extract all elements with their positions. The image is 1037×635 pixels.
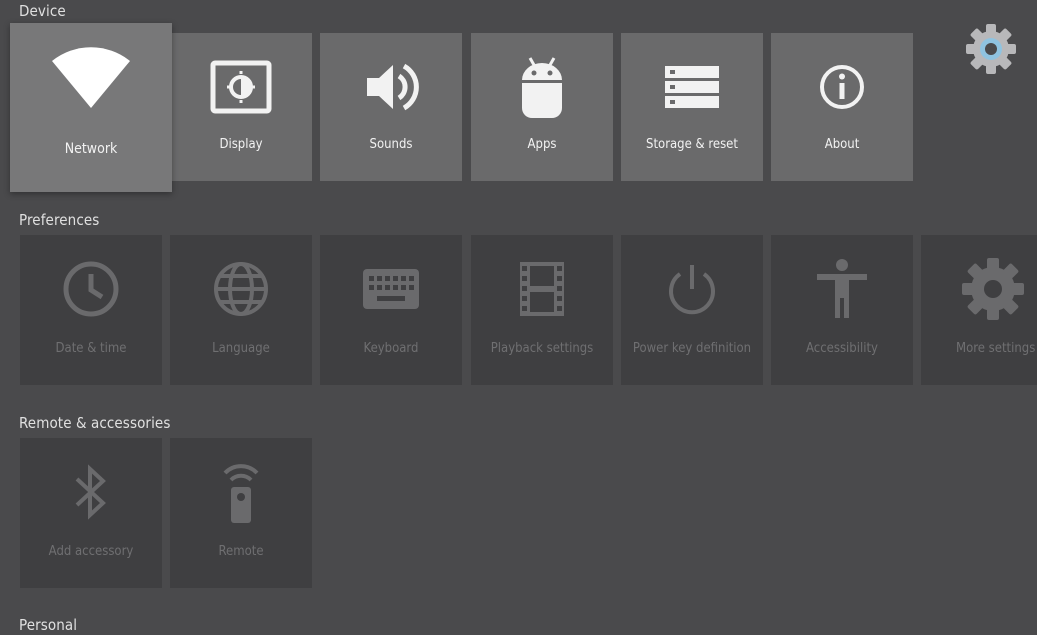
film-icon bbox=[471, 257, 613, 321]
bluetooth-icon bbox=[20, 460, 162, 524]
tile-label: Add accessory bbox=[48, 544, 134, 559]
tile-label: Apps bbox=[527, 137, 557, 152]
tile-label: Accessibility bbox=[806, 341, 878, 356]
globe-icon bbox=[170, 257, 312, 321]
clock-icon bbox=[20, 257, 162, 321]
storage-icon bbox=[621, 55, 763, 119]
tile-apps[interactable]: Apps bbox=[471, 33, 613, 181]
tile-playback-settings[interactable]: Playback settings bbox=[471, 235, 613, 385]
tile-label: Language bbox=[212, 341, 270, 356]
info-icon bbox=[771, 55, 913, 119]
tile-label: Storage & reset bbox=[646, 137, 738, 152]
accessibility-icon bbox=[771, 257, 913, 321]
remote-icon bbox=[170, 460, 312, 524]
tile-label: Date & time bbox=[55, 341, 127, 356]
tile-storage-reset[interactable]: Storage & reset bbox=[621, 33, 763, 181]
tile-about[interactable]: About bbox=[771, 33, 913, 181]
tile-label: Sounds bbox=[369, 137, 413, 152]
tile-language[interactable]: Language bbox=[170, 235, 312, 385]
settings-screen: Device Display Sounds Apps Storage & res… bbox=[0, 0, 1037, 635]
tile-sounds[interactable]: Sounds bbox=[320, 33, 462, 181]
tile-more-settings[interactable]: More settings bbox=[921, 235, 1037, 385]
tile-label: More settings bbox=[956, 341, 1036, 356]
tile-display[interactable]: Display bbox=[170, 33, 312, 181]
tile-label: Network bbox=[64, 141, 118, 157]
section-title-remote-accessories: Remote & accessories bbox=[19, 414, 171, 432]
tile-label: Remote bbox=[218, 544, 264, 559]
tile-date-time[interactable]: Date & time bbox=[20, 235, 162, 385]
section-title-preferences: Preferences bbox=[19, 211, 100, 229]
section-title-personal: Personal bbox=[19, 616, 78, 634]
tile-network[interactable]: Network bbox=[10, 23, 172, 192]
tile-power-key-definition[interactable]: Power key definition bbox=[621, 235, 763, 385]
keyboard-icon bbox=[320, 257, 462, 321]
speaker-icon bbox=[320, 55, 462, 119]
android-icon bbox=[471, 55, 613, 119]
tile-label: About bbox=[824, 137, 860, 152]
settings-gear-icon bbox=[962, 20, 1020, 78]
tile-add-accessory[interactable]: Add accessory bbox=[20, 438, 162, 588]
power-icon bbox=[621, 257, 763, 321]
tile-label: Display bbox=[219, 137, 263, 152]
tile-label: Power key definition bbox=[632, 341, 752, 356]
section-title-device: Device bbox=[19, 2, 66, 20]
display-icon bbox=[170, 55, 312, 119]
tile-keyboard[interactable]: Keyboard bbox=[320, 235, 462, 385]
tile-remote[interactable]: Remote bbox=[170, 438, 312, 588]
tile-accessibility[interactable]: Accessibility bbox=[771, 235, 913, 385]
tile-label: Keyboard bbox=[363, 341, 419, 356]
gear-icon bbox=[921, 257, 1037, 321]
wifi-icon bbox=[10, 43, 172, 113]
tile-label: Playback settings bbox=[490, 341, 594, 356]
